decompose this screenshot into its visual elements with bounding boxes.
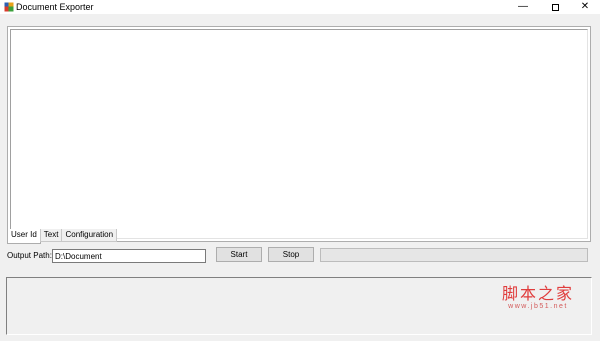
tab-configuration[interactable]: Configuration xyxy=(61,229,118,242)
tab-panel xyxy=(7,26,591,242)
export-progress-bar xyxy=(320,248,588,262)
tab-user-id[interactable]: User Id xyxy=(7,229,41,244)
watermark: 脚本之家 www.jb51.net xyxy=(492,284,584,311)
maximize-icon xyxy=(551,3,559,11)
maximize-button[interactable] xyxy=(540,0,570,14)
window-title: Document Exporter xyxy=(16,2,94,12)
stop-button[interactable]: Stop xyxy=(268,247,314,262)
document-exporter-window: Document Exporter — ✕ User Id Text Confi… xyxy=(0,0,600,341)
document-exporter-app-icon xyxy=(4,2,14,12)
watermark-url: www.jb51.net xyxy=(508,303,568,310)
client-area: User Id Text Configuration Output Path: … xyxy=(0,14,600,341)
output-path-label: Output Path: xyxy=(7,251,52,260)
tab-strip: User Id Text Configuration xyxy=(7,229,118,244)
watermark-main-text: 脚本之家 xyxy=(501,284,574,303)
start-button[interactable]: Start xyxy=(216,247,262,262)
minimize-icon: — xyxy=(518,1,528,12)
close-button[interactable]: ✕ xyxy=(570,0,600,14)
minimize-button[interactable]: — xyxy=(508,0,538,14)
close-icon: ✕ xyxy=(580,1,590,12)
tab-text[interactable]: Text xyxy=(39,229,63,242)
output-path-input[interactable] xyxy=(52,249,206,263)
user-id-text-area[interactable] xyxy=(10,29,588,239)
title-bar[interactable]: Document Exporter — ✕ xyxy=(0,0,600,14)
